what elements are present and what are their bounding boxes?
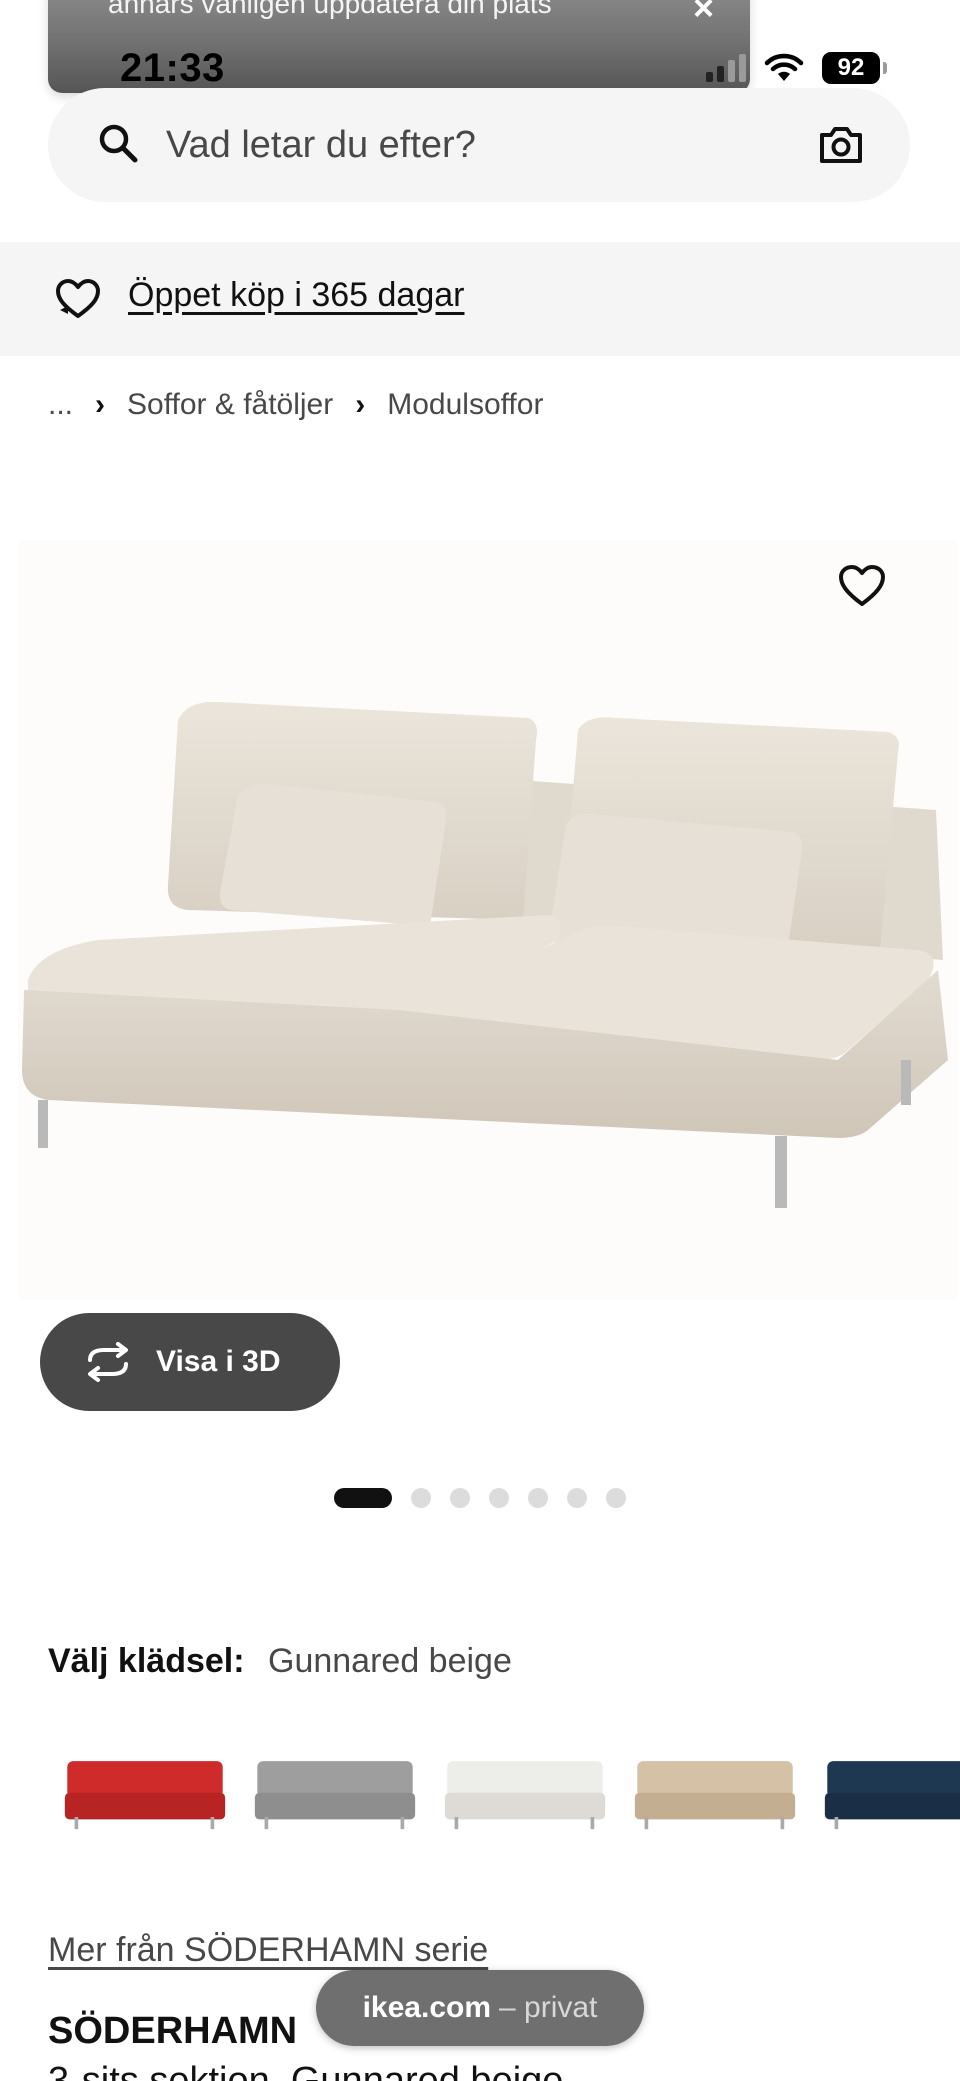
breadcrumb-separator: › [355, 388, 366, 421]
heart-icon[interactable] [838, 562, 886, 610]
browser-address-pill[interactable]: ikea.com – privat [316, 1970, 644, 2046]
search-bar[interactable]: Vad letar du efter? [48, 88, 910, 202]
view-3d-button[interactable]: Visa i 3D [40, 1313, 340, 1411]
product-image[interactable] [18, 540, 958, 1300]
carousel-dot[interactable] [489, 1488, 509, 1508]
swatch-dark-blue[interactable] [820, 1740, 960, 1860]
breadcrumb: ... › Soffor & fåtöljer › Modulsoffor [48, 388, 543, 422]
notification-text: annars vänligen uppdatera din plats [108, 0, 552, 19]
carousel-dot[interactable] [411, 1488, 431, 1508]
open-purchase-banner[interactable]: Öppet köp i 365 dagar [0, 242, 960, 356]
view-3d-label: Visa i 3D [156, 1345, 281, 1378]
search-icon [99, 124, 138, 163]
upholstery-value: Gunnared beige [268, 1642, 512, 1680]
browser-domain: ikea.com [362, 1991, 492, 2024]
swatch-grey[interactable] [250, 1740, 420, 1860]
rotate-3d-icon [88, 1342, 128, 1382]
search-input[interactable]: Vad letar du efter? [166, 124, 476, 167]
upholstery-label: Välj klädsel: [48, 1642, 245, 1680]
upholstery-swatches [48, 1740, 960, 1860]
product-description: 3-sits sektion, Gunnared beige [48, 2060, 564, 2081]
carousel-dot[interactable] [567, 1488, 587, 1508]
image-carousel-indicator [334, 1488, 626, 1508]
breadcrumb-ellipsis[interactable]: ... [48, 388, 73, 422]
breadcrumb-item-modular-sofas[interactable]: Modulsoffor [387, 388, 543, 422]
swatch-white[interactable] [440, 1740, 610, 1860]
swatch-red[interactable] [60, 1740, 230, 1860]
cellular-signal-icon [706, 54, 746, 82]
product-name: SÖDERHAMN [48, 2010, 298, 2052]
status-time: 21:33 [120, 46, 225, 90]
breadcrumb-item-sofas[interactable]: Soffor & fåtöljer [127, 388, 333, 422]
battery-indicator: 92 [822, 52, 887, 84]
breadcrumb-separator: › [95, 388, 106, 421]
series-link[interactable]: Mer från SÖDERHAMN serie [48, 1931, 488, 1970]
swatch-beige[interactable] [630, 1740, 800, 1860]
carousel-dot[interactable] [450, 1488, 470, 1508]
carousel-dot-active[interactable] [334, 1488, 392, 1508]
carousel-dot[interactable] [606, 1488, 626, 1508]
upholstery-selector-label: Välj klädsel: Gunnared beige [48, 1642, 512, 1681]
private-mode-label: – privat [499, 1991, 598, 2024]
notification-close-button[interactable]: × [693, 0, 714, 26]
heart-arrow-icon [56, 279, 100, 318]
status-indicators: 92 [706, 52, 887, 84]
open-purchase-link[interactable]: Öppet köp i 365 dagar [128, 276, 464, 315]
wifi-icon [764, 53, 804, 81]
carousel-dot[interactable] [528, 1488, 548, 1508]
camera-icon[interactable] [816, 120, 866, 170]
